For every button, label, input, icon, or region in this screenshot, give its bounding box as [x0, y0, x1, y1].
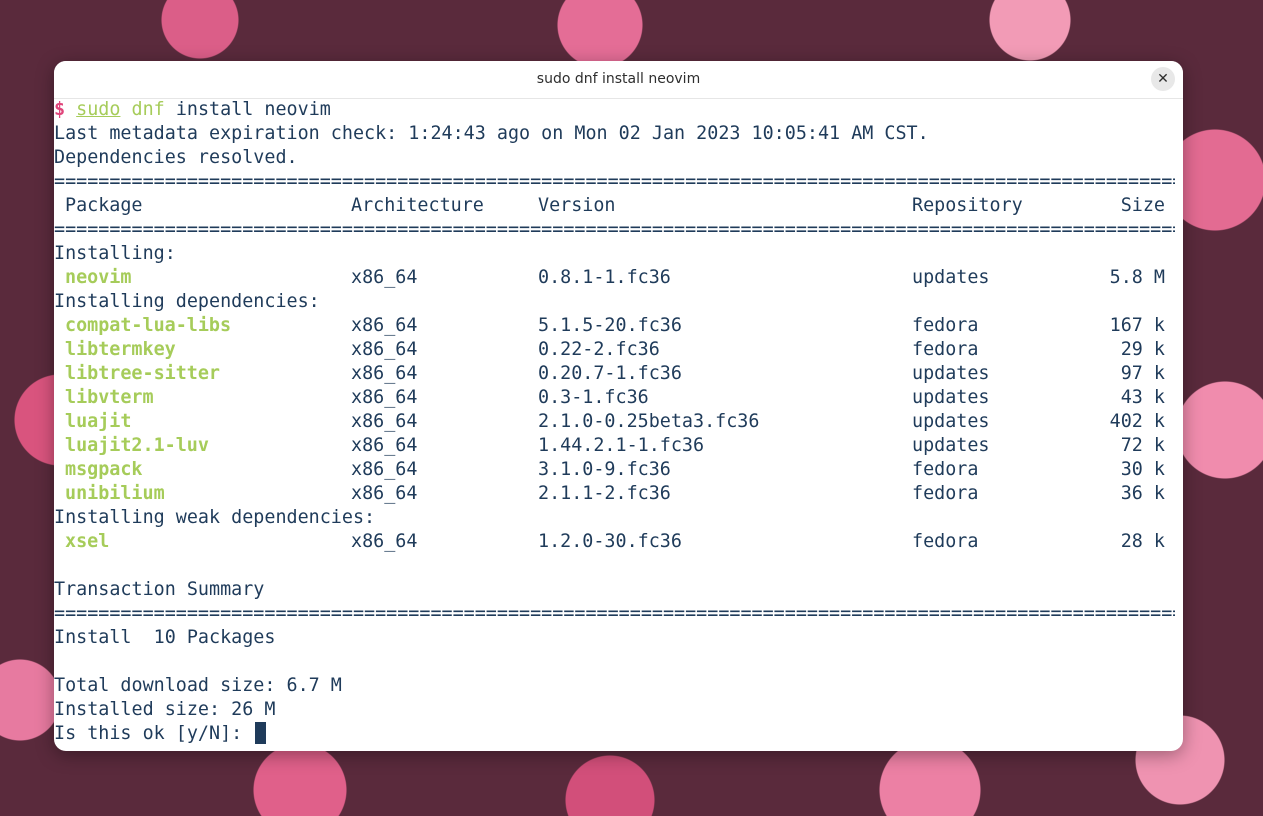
separator-line: ========================================… [54, 171, 1175, 192]
table-row: libtree-sitter x86_64 0.20.7-1.fc36 upda… [65, 363, 1165, 384]
terminal-output[interactable]: $ sudo dnf install neovim Last metadata … [54, 98, 1183, 751]
section-installing-weak-dependencies: Installing weak dependencies: [54, 507, 376, 528]
table-row: compat-lua-libs x86_64 5.1.5-20.fc36 fed… [65, 315, 1165, 336]
header-version: Version [538, 195, 616, 216]
confirm-prompt: Is this ok [y/N]: [54, 723, 254, 744]
transaction-summary-title: Transaction Summary [54, 579, 265, 600]
title-bar[interactable]: sudo dnf install neovim ✕ [54, 61, 1183, 99]
prompt-symbol: $ [54, 99, 66, 120]
window-title: sudo dnf install neovim [536, 71, 701, 87]
total-download-size: Total download size: 6.7 M [54, 675, 342, 696]
table-row: luajit x86_64 2.1.0-0.25beta3.fc36 updat… [65, 411, 1165, 432]
table-row: msgpack x86_64 3.1.0-9.fc36 fedora 30 k [65, 459, 1165, 480]
close-icon[interactable]: ✕ [1151, 67, 1175, 91]
section-installing-dependencies: Installing dependencies: [54, 291, 320, 312]
table-row: libvterm x86_64 0.3-1.fc36 updates 43 k [65, 387, 1165, 408]
header-size: Size [1120, 195, 1165, 216]
separator-line: ========================================… [54, 219, 1175, 240]
table-header: Package Architecture Version Repository … [54, 194, 1183, 218]
table-row: unibilium x86_64 2.1.1-2.fc36 fedora 36 … [65, 483, 1165, 504]
command-args: install neovim [175, 99, 331, 120]
separator-line: ========================================… [54, 603, 1175, 624]
command-dnf: dnf [131, 99, 165, 120]
confirm-prompt-line[interactable]: Is this ok [y/N]: [54, 722, 1183, 746]
installed-size: Installed size: 26 M [54, 699, 276, 720]
text-cursor[interactable] [255, 722, 267, 744]
section-installing: Installing: [54, 243, 176, 264]
header-architecture: Architecture [351, 195, 484, 216]
command-line: $ sudo dnf install neovim [54, 98, 1183, 122]
table-row: neovim x86_64 0.8.1-1.fc36 updates 5.8 M [65, 267, 1165, 288]
table-row: libtermkey x86_64 0.22-2.fc36 fedora 29 … [65, 339, 1165, 360]
table-row: luajit2.1-luv x86_64 1.44.2.1-1.fc36 upd… [65, 435, 1165, 456]
header-package: Package [65, 195, 143, 216]
deps-resolved-line: Dependencies resolved. [54, 147, 298, 168]
metadata-line: Last metadata expiration check: 1:24:43 … [54, 123, 929, 144]
table-row: xsel x86_64 1.2.0-30.fc36 fedora 28 k [65, 531, 1165, 552]
header-repository: Repository [912, 195, 1023, 216]
command-sudo: sudo [76, 99, 121, 120]
install-summary: Install 10 Packages [54, 627, 276, 648]
terminal-window: sudo dnf install neovim ✕ $ sudo dnf ins… [54, 61, 1183, 751]
